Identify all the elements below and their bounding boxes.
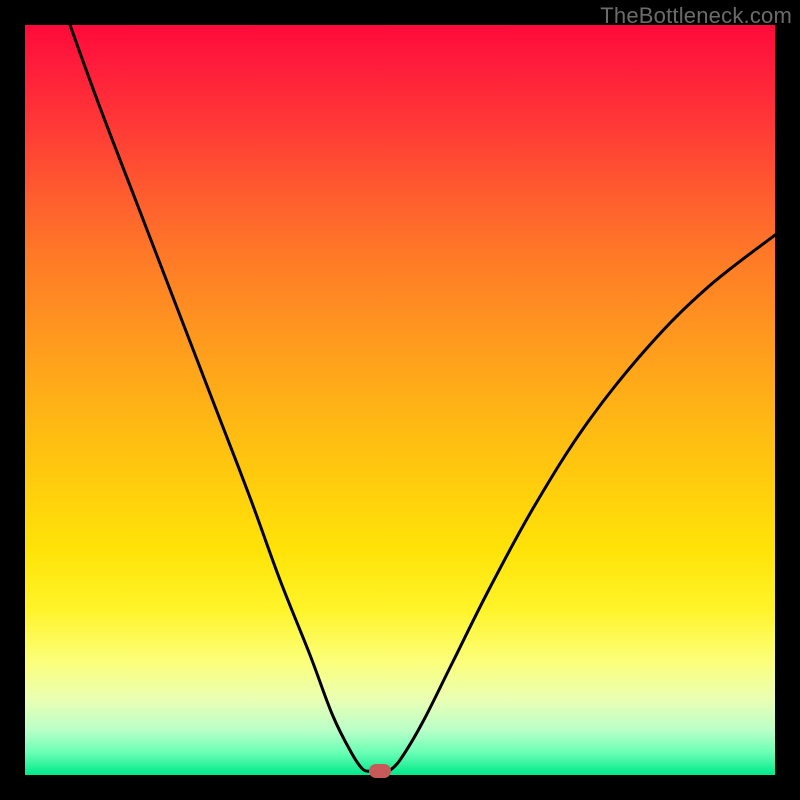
curve-svg	[25, 25, 775, 775]
chart-frame: TheBottleneck.com	[0, 0, 800, 800]
curve-right-branch	[389, 235, 775, 771]
plot-area	[25, 25, 775, 775]
curve-left-branch	[70, 25, 370, 771]
minimum-marker	[369, 764, 391, 778]
